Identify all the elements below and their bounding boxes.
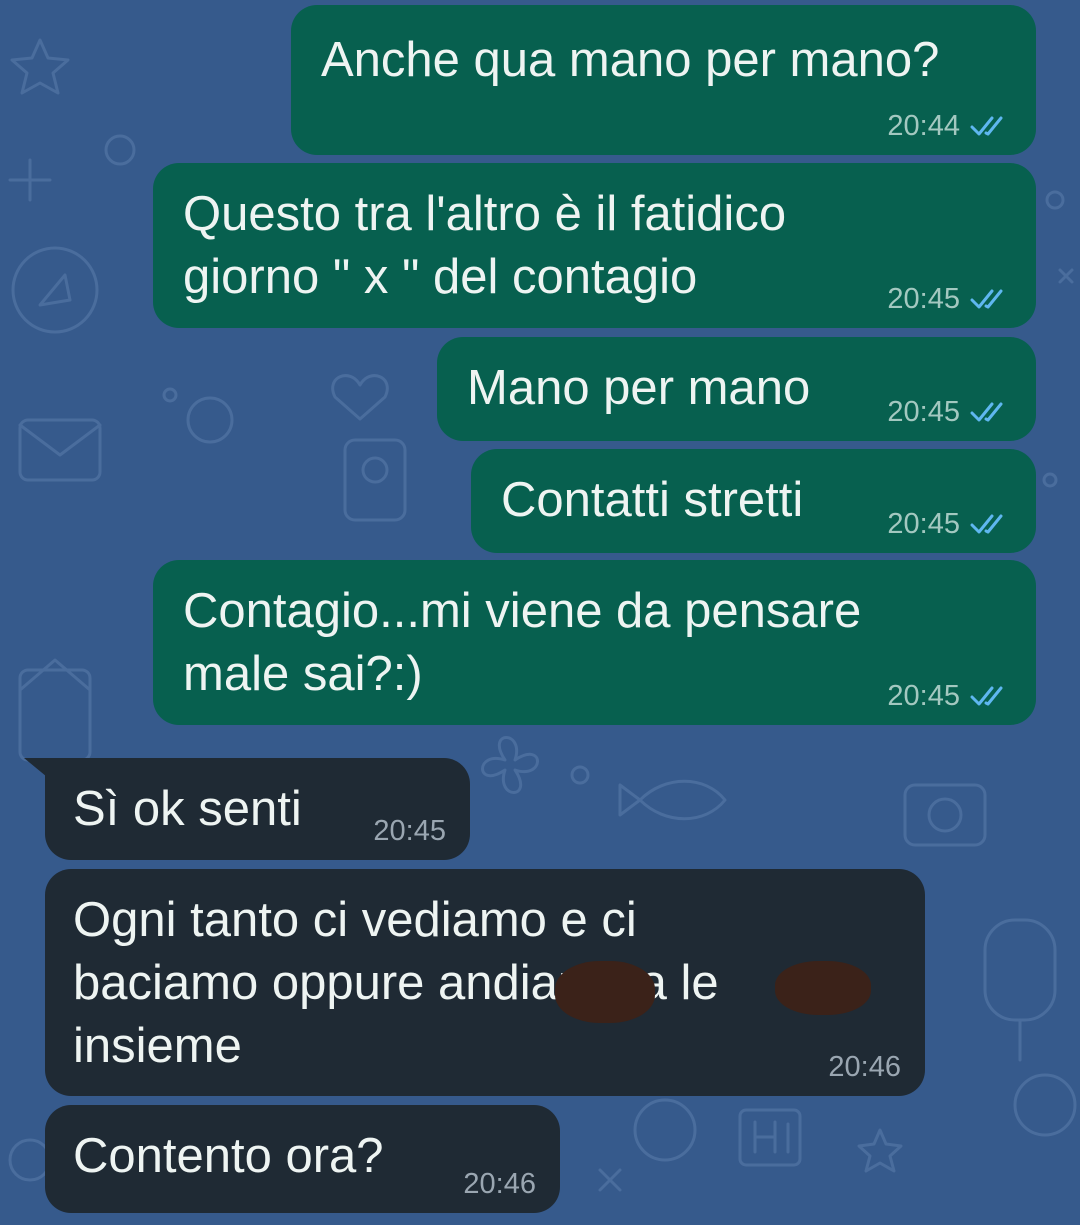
double-check-icon [970, 514, 1003, 534]
fish-doodle [618, 779, 727, 821]
phone-doodle [343, 438, 407, 522]
double-check-icon [970, 116, 1003, 136]
message-time: 20:45 [887, 283, 960, 315]
message-outgoing[interactable]: Anche qua mano per mano? 20:44 [291, 5, 1036, 155]
message-time: 20:45 [887, 396, 960, 428]
flower-doodle [481, 736, 539, 794]
message-time: 20:45 [887, 508, 960, 540]
message-meta: 20:45 [887, 679, 1012, 713]
message-time: 20:45 [887, 680, 960, 712]
message-outgoing[interactable]: Questo tra l'altro è il fatidico giorno … [153, 163, 1036, 328]
compass-needle-doodle [38, 273, 72, 307]
message-text: Contento ora? [73, 1129, 384, 1183]
message-text: Anche qua mano per mano? [321, 33, 940, 87]
message-text: Contatti stretti [501, 473, 804, 527]
double-check-icon [970, 289, 1003, 309]
message-meta: 20:46 [463, 1167, 536, 1201]
message-time: 20:46 [463, 1168, 536, 1200]
milk-carton-doodle [18, 668, 92, 762]
message-meta: 20:45 [373, 814, 446, 848]
envelope-doodle [18, 418, 102, 482]
cross-doodle [8, 158, 52, 202]
message-time: 20:46 [828, 1051, 901, 1083]
message-time: 20:45 [373, 815, 446, 847]
star-doodle-2 [857, 1128, 903, 1173]
star-doodle [10, 38, 70, 95]
message-time: 20:44 [887, 110, 960, 142]
message-incoming[interactable]: Contento ora? 20:46 [45, 1105, 560, 1213]
message-outgoing[interactable]: Contatti stretti 20:45 [471, 449, 1036, 553]
popsicle-doodle [983, 918, 1057, 1022]
message-meta: 20:45 [887, 282, 1012, 316]
redaction-mark [775, 961, 871, 1015]
redaction-mark [555, 961, 655, 1023]
message-text: Contagio...mi viene da pensare male sai?… [183, 584, 862, 701]
double-check-icon [970, 402, 1003, 422]
message-incoming[interactable]: Ogni tanto ci vediamo e ci baciamo oppur… [45, 869, 925, 1096]
message-meta: 20:44 [887, 109, 1012, 143]
message-incoming[interactable]: Sì ok senti 20:45 [45, 758, 470, 860]
message-meta: 20:45 [887, 507, 1012, 541]
message-text: Mano per mano [467, 361, 811, 415]
message-text: Questo tra l'altro è il fatidico giorno … [183, 187, 787, 304]
message-text: Sì ok senti [73, 782, 302, 836]
message-meta: 20:46 [828, 1050, 901, 1084]
heart-doodle [331, 374, 389, 421]
message-outgoing[interactable]: Mano per mano 20:45 [437, 337, 1036, 441]
camera-doodle [903, 783, 987, 847]
message-outgoing[interactable]: Contagio...mi viene da pensare male sai?… [153, 560, 1036, 725]
compass-doodle [11, 246, 99, 334]
double-check-icon [970, 686, 1003, 706]
message-meta: 20:45 [887, 395, 1012, 429]
